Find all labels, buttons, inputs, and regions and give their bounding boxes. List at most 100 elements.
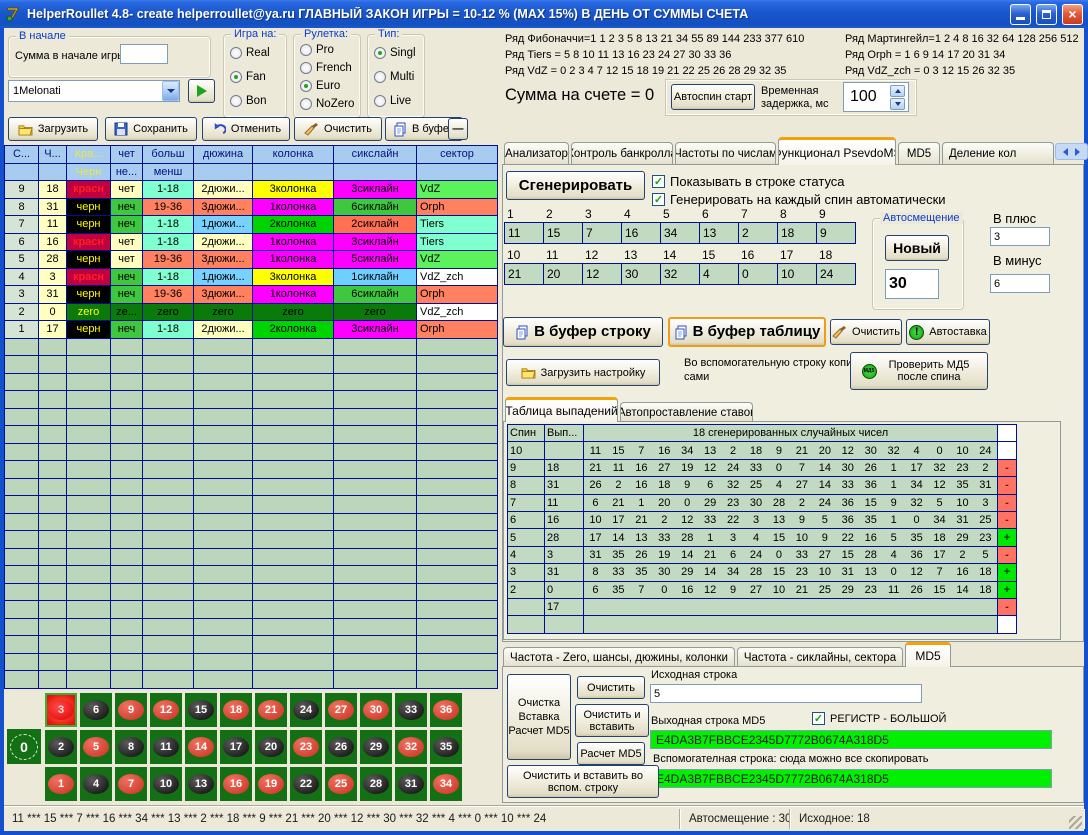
bet-number-33[interactable]: 33	[395, 693, 427, 727]
history-cell: VdZ_zch	[417, 269, 497, 286]
radio-singl[interactable]: Singl	[374, 47, 416, 59]
bet-number-8[interactable]: 8	[115, 730, 147, 764]
bet-number-30[interactable]: 30	[360, 693, 392, 727]
clear-generated-button[interactable]: Очистить	[830, 319, 902, 345]
bet-number-12[interactable]: 12	[150, 693, 182, 727]
bet-number-14[interactable]: 14	[185, 730, 217, 764]
close-button[interactable]: ×	[1062, 4, 1083, 25]
tab-number-frequencies[interactable]: Частоты по числам	[675, 142, 776, 165]
bet-number-15[interactable]: 15	[185, 693, 217, 727]
autospin-start-button[interactable]: Автоспин старт	[671, 84, 755, 110]
bet-number-13[interactable]: 13	[185, 767, 217, 801]
radio-french[interactable]: French	[300, 62, 352, 74]
tab-md5[interactable]: MD5	[898, 142, 940, 165]
tab-division[interactable]: Деление кол	[942, 142, 1054, 165]
source-string-field[interactable]	[650, 684, 922, 703]
bet-number-18[interactable]: 18	[220, 693, 252, 727]
minus-field[interactable]	[990, 274, 1050, 293]
bet-number-3[interactable]: 3	[45, 693, 77, 727]
bet-number-29[interactable]: 29	[360, 730, 392, 764]
buffer-line-button[interactable]: В буфер строку	[503, 317, 663, 347]
bet-number-28[interactable]: 28	[360, 767, 392, 801]
buffer-table-button[interactable]: В буфер таблицу	[668, 317, 826, 347]
delay-spinner[interactable]: 100	[843, 82, 909, 112]
clear-button[interactable]: Очистить	[294, 117, 382, 141]
bet-number-7[interactable]: 7	[115, 767, 147, 801]
bet-number-1[interactable]: 1	[45, 767, 77, 801]
load-settings-button[interactable]: Загрузить настройку	[506, 359, 660, 386]
md5-clear-paste-button[interactable]: Очистить и вставить	[575, 704, 649, 737]
undo-button[interactable]: Отменить	[202, 117, 290, 141]
radio-live[interactable]: Live	[374, 95, 411, 107]
preset-dropdown[interactable]: 1Melonati	[8, 80, 180, 102]
offset-value-field[interactable]: 30	[885, 269, 939, 299]
md5-aux-field[interactable]: E4DA3B7FBBCE2345D7772B0674A318D5	[650, 769, 1052, 788]
radio-fan[interactable]: Fan	[230, 71, 266, 83]
md5-clear-button[interactable]: Очистить	[577, 676, 645, 699]
radio-real[interactable]: Real	[230, 47, 270, 59]
bet-number-9[interactable]: 9	[115, 693, 147, 727]
spinner-up-icon[interactable]	[890, 85, 905, 97]
bet-number-16[interactable]: 16	[220, 767, 252, 801]
bet-number-24[interactable]: 24	[290, 693, 322, 727]
autobet-button[interactable]: ! Автоставка	[906, 319, 990, 345]
scroll-right-icon[interactable]	[1075, 148, 1080, 156]
bet-number-5[interactable]: 5	[80, 730, 112, 764]
bet-number-27[interactable]: 27	[325, 693, 357, 727]
bet-number-34[interactable]: 34	[430, 767, 462, 801]
md5-big-button[interactable]: Очистка Вставка Расчет MD5	[507, 674, 571, 760]
bet-number-11[interactable]: 11	[150, 730, 182, 764]
spinner-down-icon[interactable]	[890, 98, 905, 110]
tab-scroll-arrows[interactable]	[1055, 143, 1088, 160]
tab-freq-sixlines-sectors[interactable]: Частота - сиклайны, сектора	[737, 647, 903, 667]
bet-number-31[interactable]: 31	[395, 767, 427, 801]
radio-pro[interactable]: Pro	[300, 44, 334, 56]
tab-md5-bottom[interactable]: MD5	[905, 642, 951, 667]
bet-number-25[interactable]: 25	[325, 767, 357, 801]
bet-number-23[interactable]: 23	[290, 730, 322, 764]
tab-auto-bets[interactable]: Автопроставление ставок	[620, 402, 753, 422]
bet-number-35[interactable]: 35	[430, 730, 462, 764]
bet-number-32[interactable]: 32	[395, 730, 427, 764]
plus-field[interactable]	[990, 227, 1050, 246]
bet-number-17[interactable]: 17	[220, 730, 252, 764]
new-offset-button[interactable]: Новый	[885, 235, 949, 261]
bet-number-4[interactable]: 4	[80, 767, 112, 801]
md5-calc-button[interactable]: Расчет MD5	[577, 742, 645, 765]
checkbox-generate-each-spin[interactable]: ✓ Генерировать на каждый спин автоматиче…	[652, 192, 946, 207]
bet-number-19[interactable]: 19	[255, 767, 287, 801]
bet-number-10[interactable]: 10	[150, 767, 182, 801]
generate-button[interactable]: Сгенерировать	[506, 171, 645, 200]
bet-number-22[interactable]: 22	[290, 767, 322, 801]
tab-bankroll-control[interactable]: Контроль банкролла	[571, 142, 673, 165]
start-sum-field[interactable]	[120, 44, 168, 64]
tab-analyzer[interactable]: Анализатор	[504, 142, 569, 165]
tab-freq-zero-chances[interactable]: Частота - Zero, шансы, дюжины, колонки	[503, 647, 735, 667]
minimize-button[interactable]	[1010, 4, 1031, 25]
tab-psevdoms-functional[interactable]: Функционал PsevdoMS	[778, 137, 896, 165]
collapse-button[interactable]: —	[448, 118, 468, 140]
chevron-down-icon[interactable]	[162, 81, 179, 101]
save-button[interactable]: Сохранить	[105, 117, 197, 141]
bet-number-6[interactable]: 6	[80, 693, 112, 727]
resize-grip[interactable]	[1069, 816, 1082, 829]
radio-bon[interactable]: Bon	[230, 95, 266, 107]
bet-number-20[interactable]: 20	[255, 730, 287, 764]
radio-nozero[interactable]: NoZero	[300, 98, 354, 110]
radio-euro[interactable]: Euro	[300, 80, 340, 92]
scroll-left-icon[interactable]	[1063, 148, 1068, 156]
bet-number-21[interactable]: 21	[255, 693, 287, 727]
load-button[interactable]: Загрузить	[8, 117, 98, 141]
bet-number-2[interactable]: 2	[45, 730, 77, 764]
bet-number-36[interactable]: 36	[430, 693, 462, 727]
bet-number-26[interactable]: 26	[325, 730, 357, 764]
checkbox-show-status[interactable]: ✓ Показывать в строке статуса	[652, 174, 845, 189]
checkbox-register-upper[interactable]: ✓ РЕГИСТР - БОЛЬШОЙ	[812, 712, 946, 725]
bet-number-0[interactable]: 0	[7, 729, 41, 764]
check-md5-button[interactable]: МД5 Проверить МД5 после спина	[850, 352, 988, 390]
radio-multi[interactable]: Multi	[374, 71, 414, 83]
tab-spin-results[interactable]: Таблица выпадений	[505, 397, 618, 422]
md5-clear-paste-aux-button[interactable]: Очистить и вставить во вспом. строку	[507, 765, 659, 798]
maximize-button[interactable]	[1036, 4, 1057, 25]
play-button[interactable]	[188, 79, 215, 103]
